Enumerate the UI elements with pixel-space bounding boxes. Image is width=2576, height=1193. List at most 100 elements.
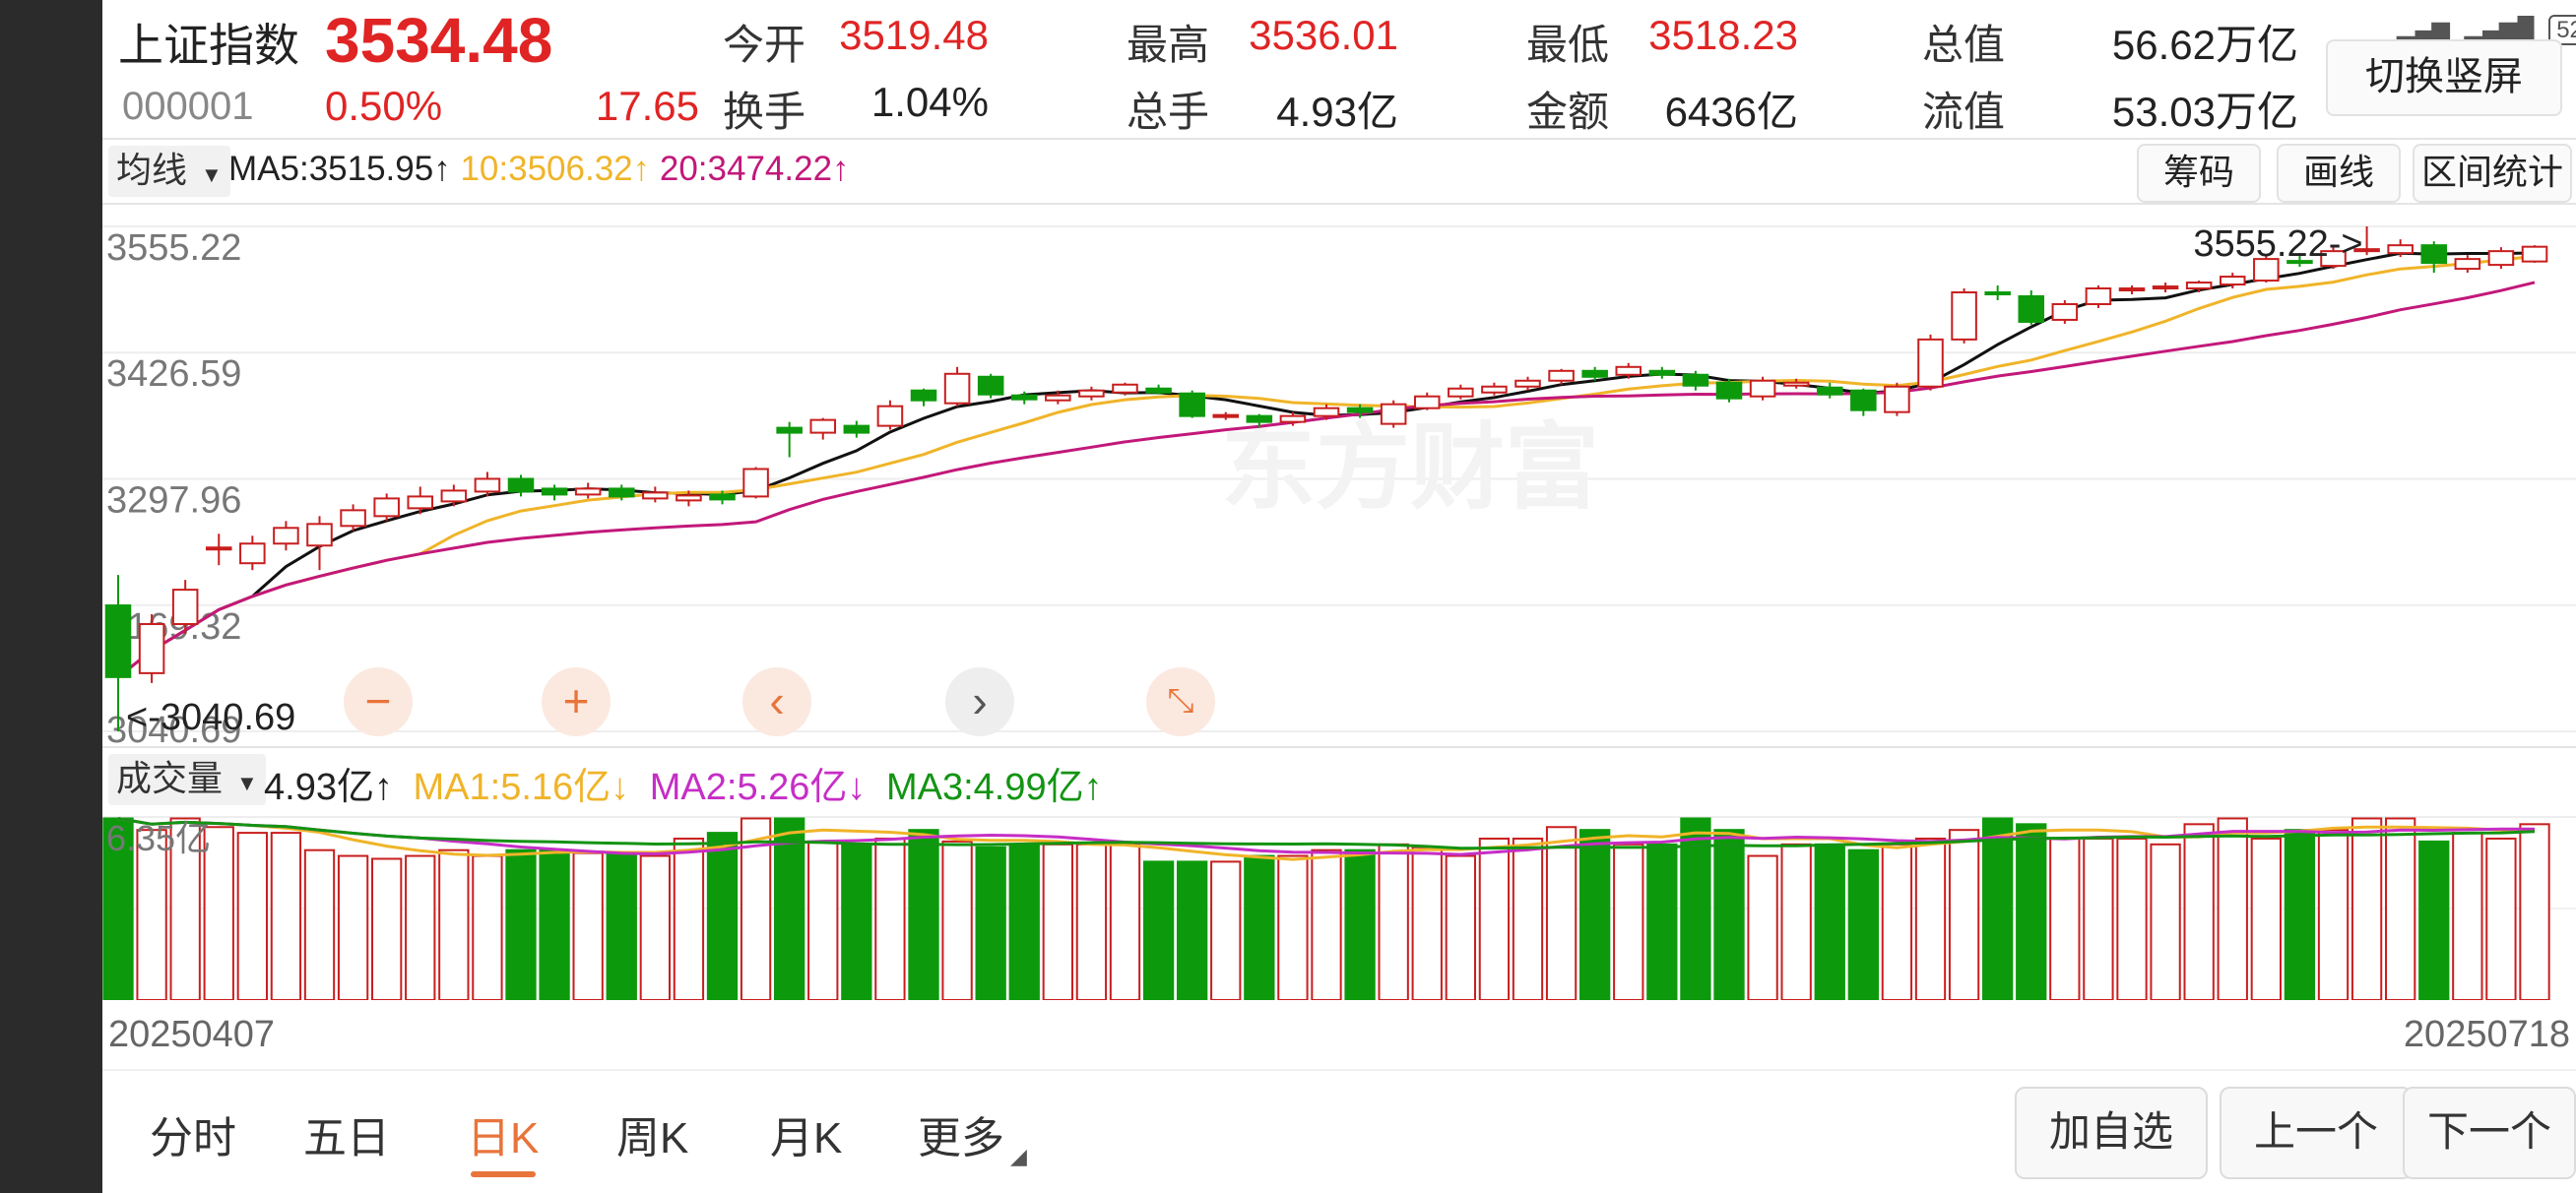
stat-label: 流值 xyxy=(1922,89,2006,135)
volume-bar xyxy=(1445,854,1476,1000)
stat-value: 3536.01 xyxy=(1249,12,1398,58)
previous-button[interactable]: 上一个 xyxy=(2220,1087,2413,1179)
ma-values: MA5:3515.95↑ 10:3506.32↑ 20:3474.22↑ xyxy=(228,150,850,189)
stat-value: 53.03万亿 xyxy=(2111,89,2298,135)
chevron-right-icon[interactable]: › xyxy=(945,667,1014,736)
add-watchlist-button[interactable]: 加自选 xyxy=(2015,1087,2208,1179)
left-edge-bar xyxy=(0,0,102,1193)
candle-body xyxy=(541,487,568,496)
volume-bar xyxy=(1344,848,1376,1000)
volume-bar xyxy=(1512,837,1544,1000)
date-end: 20250718 xyxy=(2403,1014,2570,1055)
volume-bar xyxy=(841,843,872,1000)
switch-portrait-button[interactable]: 切换竖屏 xyxy=(2326,39,2562,116)
candle-body xyxy=(1045,394,1071,402)
candle-body xyxy=(809,418,837,434)
ma10-value: 10:3506.32↑ xyxy=(460,150,651,188)
candle-body xyxy=(843,424,870,434)
zoom-in-button[interactable]: + xyxy=(542,667,611,736)
candle-body xyxy=(1816,386,1843,396)
volume-bar xyxy=(1780,843,1812,1000)
candle-body xyxy=(1010,394,1038,401)
watermark: 东方财富 xyxy=(1221,412,1599,523)
volume-bar xyxy=(1109,843,1141,1000)
candle-body xyxy=(1413,395,1441,409)
stock-kline-screen: 上证指数 3534.48 000001 0.50% 17.65 今开 3519.4… xyxy=(102,0,2576,1193)
volume-bar xyxy=(2217,817,2248,1000)
candle-body xyxy=(742,468,769,498)
next-button[interactable]: 下一个 xyxy=(2403,1087,2576,1179)
candlestick-chart[interactable]: 3555.223426.593297.963169.323040.69东方财富3… xyxy=(102,205,2576,746)
volume-bar xyxy=(270,832,302,1000)
candle-body xyxy=(776,426,803,434)
volume-ma1: MA1:5.16亿↓ xyxy=(413,767,630,808)
candle-body xyxy=(709,493,736,501)
stat-value: 3519.48 xyxy=(839,12,989,58)
volume-bar xyxy=(1982,817,2014,1000)
volume-bar xyxy=(2452,832,2483,1000)
volume-bar xyxy=(1311,848,1342,1000)
chips-button[interactable]: 筹码 xyxy=(2137,144,2261,203)
volume-bar xyxy=(874,837,906,1000)
volume-bar xyxy=(2385,817,2416,1000)
tab-more[interactable]: 更多 xyxy=(918,1102,1004,1165)
tab-five-day[interactable]: 五日 xyxy=(303,1102,390,1165)
stat-value: 6436亿 xyxy=(1664,89,1798,135)
tab-intraday[interactable]: 分时 xyxy=(150,1102,236,1165)
volume-bar xyxy=(1545,826,1578,1000)
candle-body xyxy=(977,375,1004,396)
tab-monthly-k[interactable]: 月K xyxy=(770,1102,842,1165)
volume-bar xyxy=(774,817,805,1000)
collapse-icon[interactable]: ⤡ xyxy=(1146,667,1215,736)
candle-body xyxy=(373,497,400,518)
candle-body xyxy=(1917,338,1944,388)
volume-bar xyxy=(2150,843,2181,1000)
ma5-value: MA5:3515.95↑ xyxy=(228,150,451,188)
volume-chart[interactable]: 6.35亿 xyxy=(102,813,2576,1000)
candle-body xyxy=(2051,302,2079,321)
range-stats-button[interactable]: 区间统计 xyxy=(2413,144,2572,203)
candle-body xyxy=(1850,389,1877,411)
tab-weekly-k[interactable]: 周K xyxy=(616,1102,688,1165)
zoom-out-button[interactable]: − xyxy=(344,667,413,736)
volume-bar xyxy=(2049,837,2081,1000)
candle-body xyxy=(676,494,702,502)
volume-selector[interactable]: 成交量 ▼ xyxy=(108,754,266,805)
change-pct: 0.50% xyxy=(325,83,443,129)
chevron-left-icon[interactable]: ‹ xyxy=(742,667,811,736)
volume-bar xyxy=(1075,843,1108,1000)
tab-daily-k[interactable]: 日K xyxy=(467,1102,539,1165)
candle-body xyxy=(2185,282,2213,290)
volume-selector-label: 成交量 xyxy=(116,758,224,798)
date-start: 20250407 xyxy=(108,1014,276,1055)
caret-down-icon: ▼ xyxy=(201,162,223,187)
candle-body xyxy=(1682,373,1709,387)
candle-body xyxy=(2454,258,2481,271)
more-corner-icon: ◢ xyxy=(1010,1144,1027,1168)
draw-line-button[interactable]: 画线 xyxy=(2277,144,2401,203)
volume-bar xyxy=(1579,829,1611,1000)
volume-bar xyxy=(1713,829,1745,1000)
volume-bar xyxy=(1478,837,1511,1000)
candle-body xyxy=(1346,407,1374,413)
volume-bar xyxy=(405,854,436,1000)
volume-bar xyxy=(639,854,671,1000)
candle-body xyxy=(876,405,904,427)
ma-selector[interactable]: 均线 ▼ xyxy=(108,146,230,197)
volume-bar xyxy=(941,840,973,1000)
candle-body xyxy=(2387,244,2414,255)
candle-body xyxy=(104,604,132,678)
stat-label: 总值 xyxy=(1922,22,2006,68)
volume-bar xyxy=(337,854,369,1000)
volume-bar xyxy=(2016,823,2047,1000)
index-code: 000001 xyxy=(122,85,254,128)
candle-body xyxy=(2152,285,2179,290)
ma-selector-label: 均线 xyxy=(116,150,188,190)
volume-value: 4.93亿↑ xyxy=(264,767,393,808)
candle-body xyxy=(1145,387,1172,394)
volume-bar xyxy=(1814,843,1845,1000)
candle-body xyxy=(1984,291,2011,296)
volume-bar xyxy=(539,848,570,1000)
footer-divider xyxy=(102,1069,2576,1071)
volume-axis-label: 6.35亿 xyxy=(106,818,211,858)
